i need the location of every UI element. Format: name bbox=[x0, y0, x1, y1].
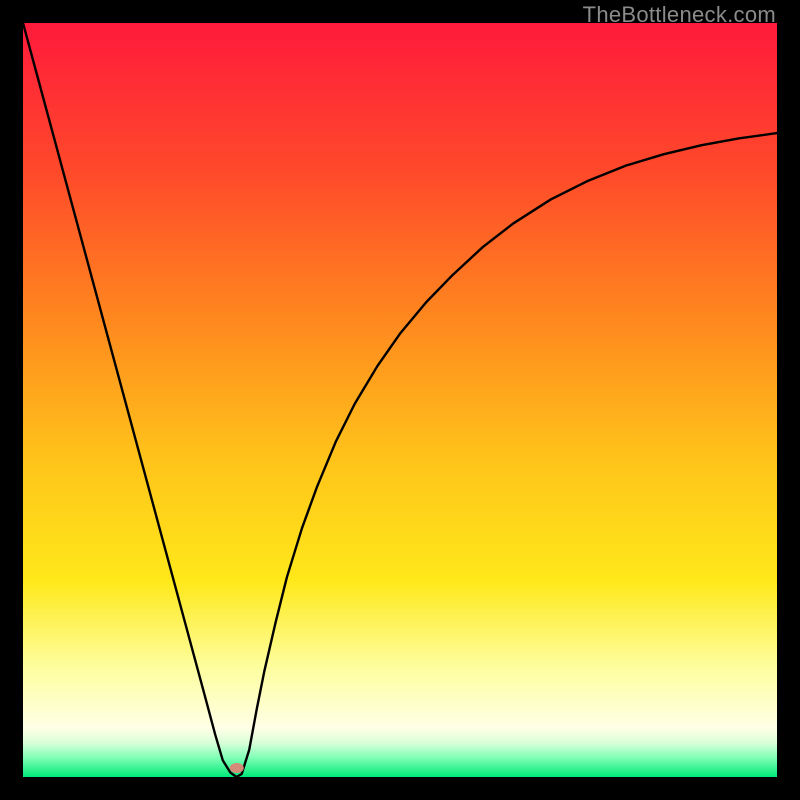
chart-frame bbox=[23, 23, 777, 777]
marker-dot bbox=[230, 763, 244, 773]
bottleneck-chart bbox=[23, 23, 777, 777]
gradient-background bbox=[23, 23, 777, 777]
